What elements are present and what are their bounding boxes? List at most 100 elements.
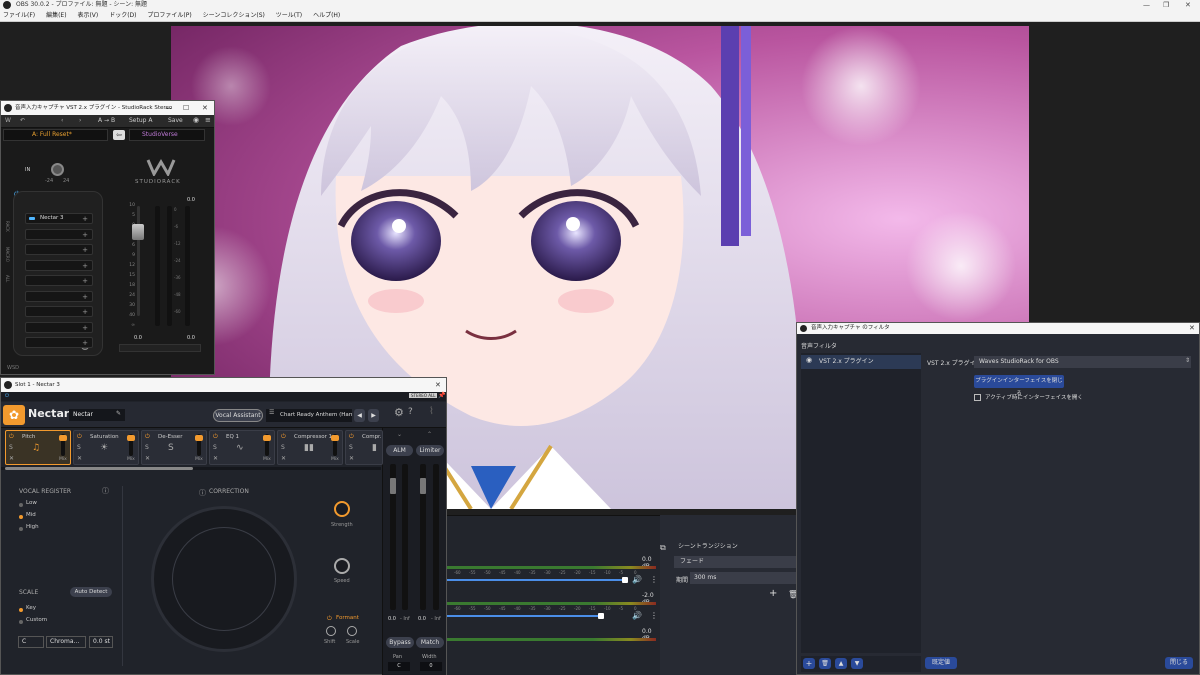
add-plugin-icon[interactable]: + — [82, 338, 88, 348]
mixer-volume-handle-2[interactable] — [598, 613, 604, 619]
menu-icon[interactable]: ≡ — [205, 116, 211, 124]
rack-slot[interactable]: + — [25, 290, 93, 302]
minimize-icon[interactable]: — — [1143, 0, 1150, 10]
module-power-icon[interactable]: ⏻ — [349, 433, 354, 441]
module-slot-de-esser[interactable]: ⏻ De-Esser S S ✕ Mix — [141, 430, 207, 465]
rack-slot[interactable]: + — [25, 275, 93, 286]
transition-type-select[interactable]: フェード — [674, 556, 796, 568]
duration-field[interactable]: 300 ms — [690, 572, 796, 584]
menu-file[interactable]: ファイル(F) — [3, 12, 35, 19]
output-fader-handle[interactable] — [132, 224, 144, 240]
module-power-icon[interactable]: ⏻ — [145, 433, 150, 441]
move-down-icon[interactable]: ▼ — [851, 658, 863, 669]
speaker-icon[interactable]: 🔊 — [632, 575, 642, 584]
output-gain-handle[interactable] — [420, 478, 426, 494]
side-tab-macro[interactable]: MACRO — [4, 247, 10, 262]
studioverse-field[interactable]: StudioVerse — [129, 129, 205, 141]
preset-browser[interactable]: Chart Ready Anthem (Harm... — [266, 409, 352, 422]
rack-slot[interactable]: + — [25, 244, 93, 255]
rack-slot[interactable]: Nectar 3 + — [25, 213, 93, 224]
solo-icon[interactable]: S — [9, 444, 13, 451]
setup-button[interactable]: Setup A — [129, 117, 152, 124]
remove-module-icon[interactable]: ✕ — [281, 455, 286, 462]
scale-radio-custom[interactable] — [19, 620, 23, 624]
prev-preset-icon[interactable]: ‹ — [61, 117, 63, 124]
register-radio-high[interactable] — [19, 527, 23, 531]
mix-slider-handle[interactable] — [127, 435, 135, 441]
module-slot-eq-1[interactable]: ⏻ EQ 1 ∿ S ✕ Mix — [209, 430, 275, 465]
module-slot-compressor-1[interactable]: ⏻ Compressor 1 ▮▮ S ✕ Mix — [277, 430, 343, 465]
module-slot-saturation[interactable]: ⏻ Saturation ☀ S ✕ Mix — [73, 430, 139, 465]
prev-preset-button[interactable]: ◀ — [354, 409, 365, 422]
side-tab-rack[interactable]: RACK — [4, 221, 10, 232]
solo-icon[interactable]: S — [213, 444, 217, 451]
solo-icon[interactable]: S — [281, 444, 285, 451]
solo-icon[interactable]: S — [145, 444, 149, 451]
menu-profile[interactable]: プロファイル(P) — [147, 12, 191, 19]
solo-icon[interactable]: S — [77, 444, 81, 451]
undo-icon[interactable]: ↶ — [20, 117, 25, 124]
rack-slot[interactable]: + — [25, 337, 93, 348]
back-arrow-icon[interactable]: ⇦ — [113, 130, 125, 140]
next-preset-icon[interactable]: › — [79, 117, 81, 124]
rack-slot[interactable]: + — [25, 259, 93, 271]
match-button[interactable]: Match — [416, 637, 444, 648]
next-preset-button[interactable]: ▶ — [368, 409, 379, 422]
move-up-icon[interactable]: ▲ — [835, 658, 847, 669]
remove-module-icon[interactable]: ✕ — [145, 455, 150, 462]
eye-icon[interactable]: ◉ — [806, 356, 812, 364]
help-icon[interactable]: ? — [408, 407, 413, 417]
defaults-button[interactable]: 既定値 — [925, 657, 957, 669]
pan-field[interactable]: C — [388, 662, 410, 671]
correction-wheel[interactable] — [151, 506, 297, 652]
module-slot-pitch[interactable]: ⏻ Pitch ♫ S ✕ Mix — [5, 430, 71, 465]
add-plugin-icon[interactable]: + — [82, 214, 88, 224]
menu-edit[interactable]: 編集(E) — [46, 12, 66, 19]
menu-help[interactable]: ヘルプ(H) — [313, 12, 340, 19]
minimize-icon[interactable]: — — [165, 101, 172, 115]
width-field[interactable]: 0 — [420, 662, 442, 671]
mixer-options-icon[interactable]: ⋮ — [650, 575, 658, 584]
key-select[interactable]: C — [18, 636, 44, 648]
mix-slider-handle[interactable] — [263, 435, 271, 441]
offset-field[interactable]: 0.0 st — [89, 636, 113, 648]
add-plugin-icon[interactable]: + — [82, 245, 88, 255]
close-icon[interactable]: ✕ — [1189, 323, 1195, 334]
mode-select[interactable]: Chroma... — [46, 636, 86, 648]
close-icon[interactable]: ✕ — [202, 101, 208, 115]
side-tab-all[interactable]: ALL — [4, 275, 10, 282]
menu-view[interactable]: 表示(V) — [77, 12, 98, 19]
module-power-icon[interactable]: ⏻ — [9, 433, 14, 441]
mix-slider-handle[interactable] — [195, 435, 203, 441]
mix-slider-handle[interactable] — [331, 435, 339, 441]
add-plugin-icon[interactable]: + — [82, 323, 88, 333]
module-slot-compr-[interactable]: ⏻ Compr... ▮ S ✕ — [345, 430, 383, 465]
maximize-icon[interactable]: ❐ — [1163, 0, 1169, 10]
remove-module-icon[interactable]: ✕ — [213, 455, 218, 462]
input-gain-knob[interactable] — [51, 163, 64, 176]
rack-slot[interactable]: + — [25, 306, 93, 317]
scale-option-custom[interactable]: Custom — [26, 617, 47, 623]
register-option-mid[interactable]: Mid — [26, 512, 36, 518]
mixer-volume-slider-1[interactable] — [446, 579, 626, 581]
register-radio-mid[interactable] — [19, 515, 23, 519]
scale-option-key[interactable]: Key — [26, 605, 36, 611]
scale-knob[interactable] — [347, 626, 357, 636]
mixer-menu-icon[interactable]: ⧉ — [660, 543, 666, 553]
save-button[interactable]: Save — [168, 117, 183, 124]
input-gain-handle[interactable] — [390, 478, 396, 494]
solo-icon[interactable]: S — [349, 444, 353, 451]
auto-detect-button[interactable]: Auto Detect — [70, 587, 112, 597]
info-icon[interactable]: ⓘ — [102, 486, 109, 496]
add-plugin-icon[interactable]: + — [82, 292, 88, 302]
menu-scene-collection[interactable]: シーンコレクション(S) — [203, 12, 265, 19]
formant-icon[interactable]: ⏻ — [327, 615, 332, 623]
remove-module-icon[interactable]: ✕ — [9, 455, 14, 462]
close-button[interactable]: 閉じる — [1165, 657, 1193, 669]
module-power-icon[interactable]: ⏻ — [281, 433, 286, 441]
add-transition-icon[interactable]: + — [769, 588, 777, 599]
add-plugin-icon[interactable]: + — [82, 307, 88, 317]
module-scrollbar[interactable] — [1, 467, 381, 470]
close-icon[interactable]: ✕ — [1185, 0, 1191, 10]
plugin-select[interactable]: Waves StudioRack for OBS — [974, 356, 1191, 368]
